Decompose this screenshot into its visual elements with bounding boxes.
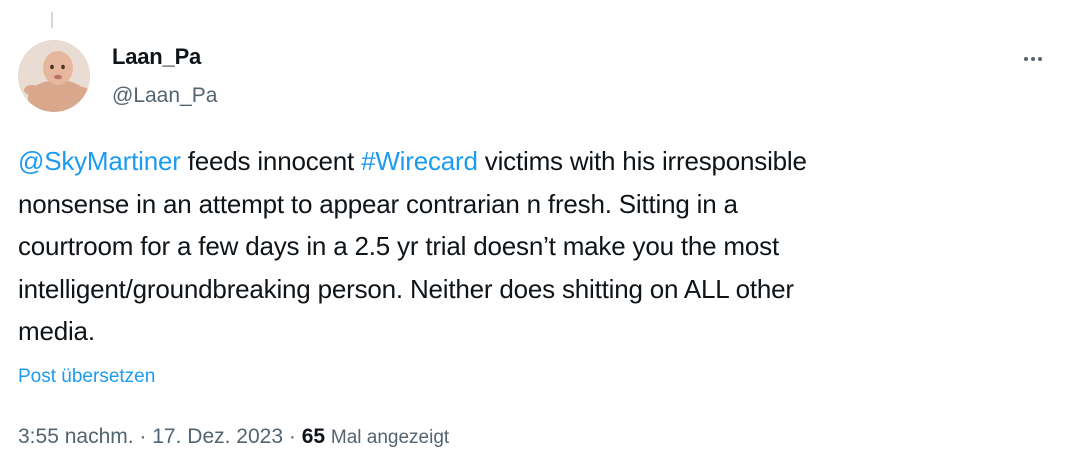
hashtag-link[interactable]: #Wirecard [361, 146, 478, 176]
thread-connector-line [51, 12, 53, 28]
tweet-line-4: intelligent/groundbreaking person. Neith… [18, 273, 794, 304]
avatar-image [18, 40, 90, 112]
author-handle[interactable]: @Laan_Pa [112, 84, 217, 108]
tweet-line-1: @SkyMartiner feeds innocent #Wirecard vi… [18, 140, 1038, 183]
tweet-text: @SkyMartiner feeds innocent #Wirecard vi… [18, 140, 1038, 353]
tweet-date[interactable]: 17. Dez. 2023 [152, 425, 283, 448]
views-count[interactable]: 65 [302, 425, 325, 448]
avatar[interactable] [18, 40, 90, 112]
more-horizontal-icon [1024, 57, 1042, 61]
meta-separator: · [283, 425, 302, 448]
translate-post-link[interactable]: Post übersetzen [18, 366, 155, 388]
tweet-text-segment: victims with his irresponsible [477, 146, 807, 176]
tweet-line-5: media. [18, 316, 95, 346]
tweet-line-3: courtroom for a few days in a 2.5 yr tri… [18, 231, 779, 261]
tweet-metadata: 3:55 nachm. · 17. Dez. 2023 · 65 Mal ang… [18, 425, 449, 449]
more-options-button[interactable] [1014, 44, 1052, 74]
tweet-text-segment: feeds innocent [180, 146, 362, 176]
tweet-time[interactable]: 3:55 nachm. [18, 425, 134, 448]
meta-separator: · [133, 425, 153, 448]
views-label[interactable]: Mal angezeigt [331, 427, 449, 448]
author-display-name[interactable]: Laan_Pa [112, 44, 201, 70]
mention-link[interactable]: @SkyMartiner [18, 146, 181, 176]
tweet-line-2: nonsense in an attempt to appear contrar… [18, 188, 738, 219]
